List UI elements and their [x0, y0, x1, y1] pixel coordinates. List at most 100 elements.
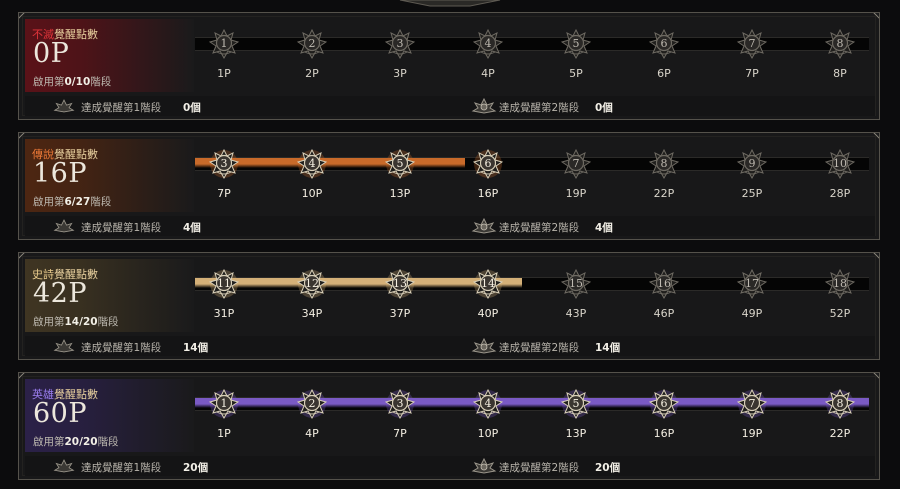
awakening-node[interactable]: 5 [561, 29, 591, 59]
node-number: 7 [572, 157, 580, 170]
awakening-node[interactable]: 4 [473, 29, 503, 59]
node-number: 1 [220, 397, 228, 410]
node-number: 9 [748, 157, 756, 170]
awakening-node[interactable]: 3 [385, 29, 415, 59]
node-cost: 25P [741, 187, 763, 200]
awakening-node[interactable]: 5 [385, 149, 415, 179]
awakening-node[interactable]: 10 [825, 149, 855, 179]
stage-suffix: 階段 [97, 316, 119, 328]
achievement-stage2-count: 14個 [595, 342, 621, 354]
achievement-stage1-label: 達成覺醒第1階段 [81, 222, 162, 234]
achievement-stage2: 達成覺醒第2階段 4個 [471, 217, 651, 235]
node-cost: 16P [477, 187, 499, 200]
awakening-node[interactable]: 11 [209, 269, 239, 299]
awakening-node[interactable]: 18 [825, 269, 855, 299]
awakening-node[interactable]: 2 [297, 389, 327, 419]
stage-suffix: 階段 [97, 436, 119, 448]
achievement-stage2-count: 4個 [595, 222, 613, 234]
node-number: 12 [305, 277, 319, 290]
tier-summary: 不滅覺醒點數 0P 啟用第0/10階段 [25, 19, 194, 92]
node-cost: 13P [565, 427, 587, 440]
node-number: 14 [481, 277, 495, 290]
achievement-stage2-count: 0個 [595, 102, 613, 114]
node-number: 5 [572, 397, 580, 410]
node-cost: 19P [565, 187, 587, 200]
tier-summary: 英雄覺醒點數 60P 啟用第20/20階段 [25, 379, 194, 452]
stage-prefix: 啟用第 [33, 76, 65, 88]
awakening-node[interactable]: 8 [825, 29, 855, 59]
awakening-node[interactable]: 9 [737, 149, 767, 179]
awakening-node[interactable]: 1 [209, 29, 239, 59]
tier-panel-legendary: 傳說覺醒點數 16P 啟用第6/27階段 3 7P 4 10P 5 13P 6 … [18, 132, 880, 240]
node-number: 4 [484, 37, 492, 50]
awakening-node[interactable]: 8 [649, 149, 679, 179]
tier-stage: 啟用第20/20階段 [33, 434, 119, 449]
awakening-track: 1 1P 2 2P 3 3P 4 4P 5 5P 6 6P 7 7P 8 8P [195, 19, 875, 92]
tier-panel-heroic: 英雄覺醒點數 60P 啟用第20/20階段 1 1P 2 4P 3 7P 4 1… [18, 372, 880, 480]
node-number: 6 [484, 157, 492, 170]
stage1-emblem-icon [53, 339, 75, 353]
node-cost: 2P [305, 67, 319, 80]
node-cost: 4P [305, 427, 319, 440]
awakening-node[interactable]: 1 [209, 389, 239, 419]
node-cost: 1P [217, 427, 231, 440]
achievement-stage1-count: 14個 [183, 342, 209, 354]
awakening-node[interactable]: 3 [385, 389, 415, 419]
node-number: 7 [748, 397, 756, 410]
achievement-stage2-label: 達成覺醒第2階段 [499, 462, 580, 474]
awakening-node[interactable]: 7 [737, 389, 767, 419]
tier-stage: 啟用第14/20階段 [33, 314, 119, 329]
node-cost: 22P [829, 427, 851, 440]
awakening-node[interactable]: 16 [649, 269, 679, 299]
stage-value: 0/10 [64, 76, 91, 88]
node-cost: 10P [477, 427, 499, 440]
node-number: 3 [396, 37, 404, 50]
achievement-stage1-label: 達成覺醒第1階段 [81, 342, 162, 354]
stage-value: 14/20 [64, 316, 98, 328]
node-cost: 6P [657, 67, 671, 80]
awakening-node[interactable]: 13 [385, 269, 415, 299]
node-cost: 40P [477, 307, 499, 320]
node-number: 16 [657, 277, 671, 290]
top-ornament [399, 0, 501, 7]
achievement-stage1: 達成覺醒第1階段 4個 [53, 217, 223, 235]
node-cost: 7P [217, 187, 231, 200]
awakening-node[interactable]: 7 [561, 149, 591, 179]
node-cost: 19P [741, 427, 763, 440]
stage1-emblem-icon [53, 219, 75, 233]
awakening-node[interactable]: 4 [473, 389, 503, 419]
stage2-emblem-icon [471, 217, 497, 234]
tier-points: 0P [33, 38, 70, 69]
awakening-node[interactable]: 12 [297, 269, 327, 299]
tier-summary: 傳說覺醒點數 16P 啟用第6/27階段 [25, 139, 194, 212]
awakening-node[interactable]: 6 [473, 149, 503, 179]
node-cost: 52P [829, 307, 851, 320]
node-cost: 5P [569, 67, 583, 80]
achievement-stage2-label: 達成覺醒第2階段 [499, 342, 580, 354]
awakening-node[interactable]: 17 [737, 269, 767, 299]
awakening-node[interactable]: 5 [561, 389, 591, 419]
node-number: 6 [660, 397, 668, 410]
awakening-node[interactable]: 6 [649, 389, 679, 419]
achievement-stage1-count: 0個 [183, 102, 201, 114]
awakening-node[interactable]: 6 [649, 29, 679, 59]
node-cost: 46P [653, 307, 675, 320]
node-cost: 4P [481, 67, 495, 80]
awakening-node[interactable]: 3 [209, 149, 239, 179]
awakening-track: 1 1P 2 4P 3 7P 4 10P 5 13P 6 16P 7 19P 8… [195, 379, 875, 452]
awakening-node[interactable]: 2 [297, 29, 327, 59]
node-number: 7 [748, 37, 756, 50]
awakening-node[interactable]: 4 [297, 149, 327, 179]
node-number: 2 [308, 37, 316, 50]
achievement-bar: 達成覺醒第1階段 0個 達成覺醒第2階段 0個 [25, 96, 875, 116]
awakening-node[interactable]: 7 [737, 29, 767, 59]
awakening-node[interactable]: 14 [473, 269, 503, 299]
node-number: 15 [569, 277, 583, 290]
tier-panel-immortal: 不滅覺醒點數 0P 啟用第0/10階段 1 1P 2 2P 3 3P 4 4P … [18, 12, 880, 120]
node-cost: 1P [217, 67, 231, 80]
awakening-node[interactable]: 8 [825, 389, 855, 419]
awakening-node[interactable]: 15 [561, 269, 591, 299]
stage-suffix: 階段 [90, 76, 112, 88]
node-number: 2 [308, 397, 316, 410]
achievement-stage2-count: 20個 [595, 462, 621, 474]
